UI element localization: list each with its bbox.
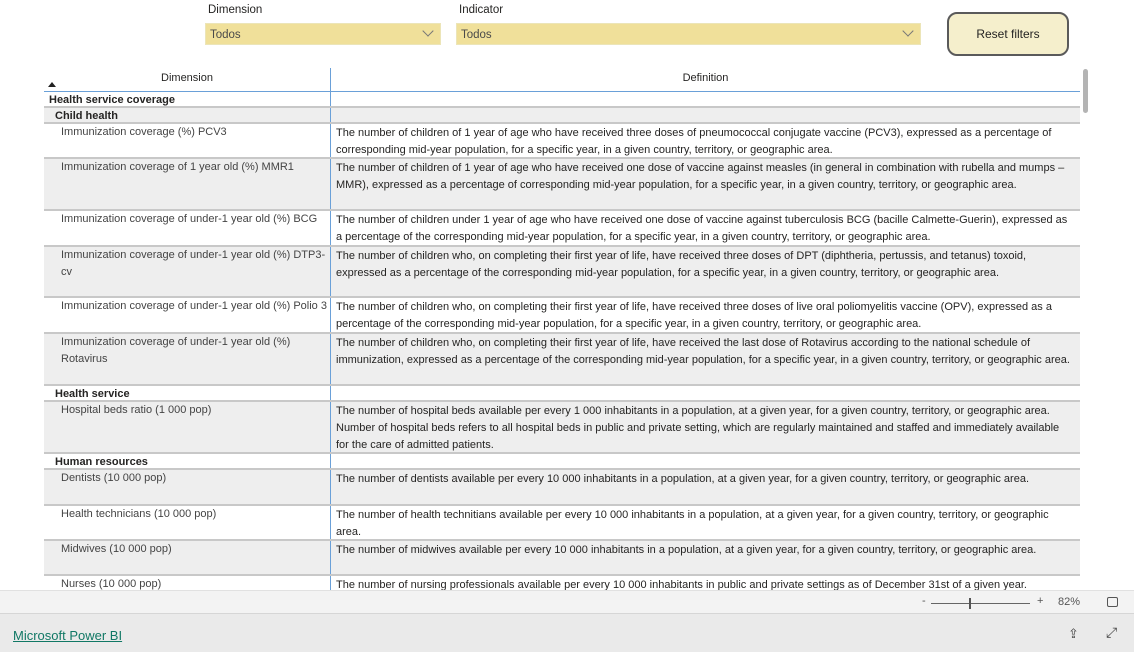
dimension-cell: Immunization coverage of under-1 year ol… <box>44 247 331 296</box>
table-row[interactable]: Immunization coverage of 1 year old (%) … <box>44 159 1080 211</box>
dimension-cell: Immunization coverage of under-1 year ol… <box>44 211 331 245</box>
definition-cell: The number of children of 1 year of age … <box>336 127 1052 156</box>
definition-cell: The number of nursing professionals avai… <box>336 579 1027 590</box>
table-body: Health service coverage Child health Immun… <box>44 92 1080 590</box>
table-row[interactable]: Nurses (10 000 pop) The number of nursing… <box>44 576 1080 590</box>
share-icon[interactable]: ⇪ <box>1068 626 1079 642</box>
subgroup-row[interactable]: Child health <box>44 108 1080 124</box>
dimension-cell: Nurses (10 000 pop) <box>44 576 331 590</box>
zoom-out-button[interactable]: - <box>922 595 926 607</box>
zoom-slider[interactable] <box>931 603 1030 604</box>
dimension-cell: Hospital beds ratio (1 000 pop) <box>44 402 331 452</box>
definitions-table: Dimension Definition Health service cove… <box>44 68 1080 590</box>
definition-cell: The number of children who, on completin… <box>336 337 1070 366</box>
indicator-dropdown[interactable]: Todos <box>456 23 921 45</box>
zoom-bar: - + 82% <box>0 590 1134 614</box>
definition-cell: The number of children of 1 year of age … <box>336 162 1065 191</box>
dropdown-value: Todos <box>461 29 492 41</box>
column-header-definition[interactable]: Definition <box>331 68 1080 91</box>
table-row[interactable]: Immunization coverage (%) PCV3 The number… <box>44 124 1080 159</box>
table-row[interactable]: Dentists (10 000 pop) The number of denti… <box>44 470 1080 506</box>
sort-ascending-icon <box>48 82 56 87</box>
table-row[interactable]: Immunization coverage of under-1 year ol… <box>44 211 1080 247</box>
subgroup-row[interactable]: Health service <box>44 386 1080 402</box>
filter-label: Indicator <box>459 4 504 16</box>
dimension-dropdown[interactable]: Todos <box>205 23 441 45</box>
table-row[interactable]: Midwives (10 000 pop) The number of midwi… <box>44 541 1080 576</box>
power-bi-link[interactable]: Microsoft Power BI <box>13 628 122 643</box>
dropdown-value: Todos <box>210 29 241 41</box>
dimension-cell: Health service coverage <box>44 92 331 106</box>
fullscreen-icon[interactable]: ⤢ <box>1106 624 1117 641</box>
column-header-dimension[interactable]: Dimension <box>44 68 331 91</box>
table-row[interactable]: Immunization coverage of under-1 year ol… <box>44 247 1080 298</box>
definition-cell: The number of health technitians availab… <box>336 509 1049 538</box>
definition-cell: The number of children who, on completin… <box>336 250 1027 279</box>
definition-cell <box>331 454 1080 468</box>
dimension-cell: Immunization coverage of under-1 year ol… <box>44 334 331 384</box>
dimension-cell: Immunization coverage of 1 year old (%) … <box>44 159 331 209</box>
definition-cell: The number of children under 1 year of a… <box>336 214 1068 243</box>
dimension-cell: Child health <box>44 108 331 122</box>
definition-cell: The number of dentists available per eve… <box>336 473 1029 485</box>
definition-cell <box>331 386 1080 400</box>
zoom-slider-handle[interactable] <box>968 598 971 609</box>
definition-cell: The number of midwives available per eve… <box>336 544 1037 556</box>
chevron-down-icon <box>422 25 434 37</box>
subgroup-row[interactable]: Human resources <box>44 454 1080 470</box>
zoom-level: 82% <box>1058 596 1081 608</box>
table-row[interactable]: Immunization coverage of under-1 year ol… <box>44 334 1080 386</box>
vertical-scrollbar[interactable] <box>1083 69 1088 113</box>
table-row[interactable]: Immunization coverage of under-1 year ol… <box>44 298 1080 334</box>
dimension-cell: Midwives (10 000 pop) <box>44 541 331 574</box>
dimension-cell: Dentists (10 000 pop) <box>44 470 331 504</box>
definition-cell <box>331 108 1080 122</box>
zoom-in-button[interactable]: + <box>1037 595 1043 607</box>
filter-label: Dimension <box>208 4 263 16</box>
chevron-down-icon <box>902 25 914 37</box>
fit-to-page-icon[interactable] <box>1107 597 1118 607</box>
group-row[interactable]: Health service coverage <box>44 92 1080 108</box>
dimension-cell: Health service <box>44 386 331 400</box>
dimension-cell: Immunization coverage (%) PCV3 <box>44 124 331 157</box>
reset-filters-button[interactable]: Reset filters <box>947 12 1069 56</box>
dimension-cell: Health technicians (10 000 pop) <box>44 506 331 539</box>
table-row[interactable]: Hospital beds ratio (1 000 pop) The numbe… <box>44 402 1080 454</box>
dimension-cell: Immunization coverage of under-1 year ol… <box>44 298 331 332</box>
footer: Microsoft Power BI ⇪ ⤢ <box>0 614 1134 652</box>
definition-cell: The number of children who, on completin… <box>336 301 1052 330</box>
dimension-cell: Human resources <box>44 454 331 468</box>
table-header: Dimension Definition <box>44 68 1080 92</box>
definition-cell: The number of hospital beds available pe… <box>336 405 1060 451</box>
table-row[interactable]: Health technicians (10 000 pop) The numbe… <box>44 506 1080 541</box>
definition-cell <box>331 92 1080 106</box>
